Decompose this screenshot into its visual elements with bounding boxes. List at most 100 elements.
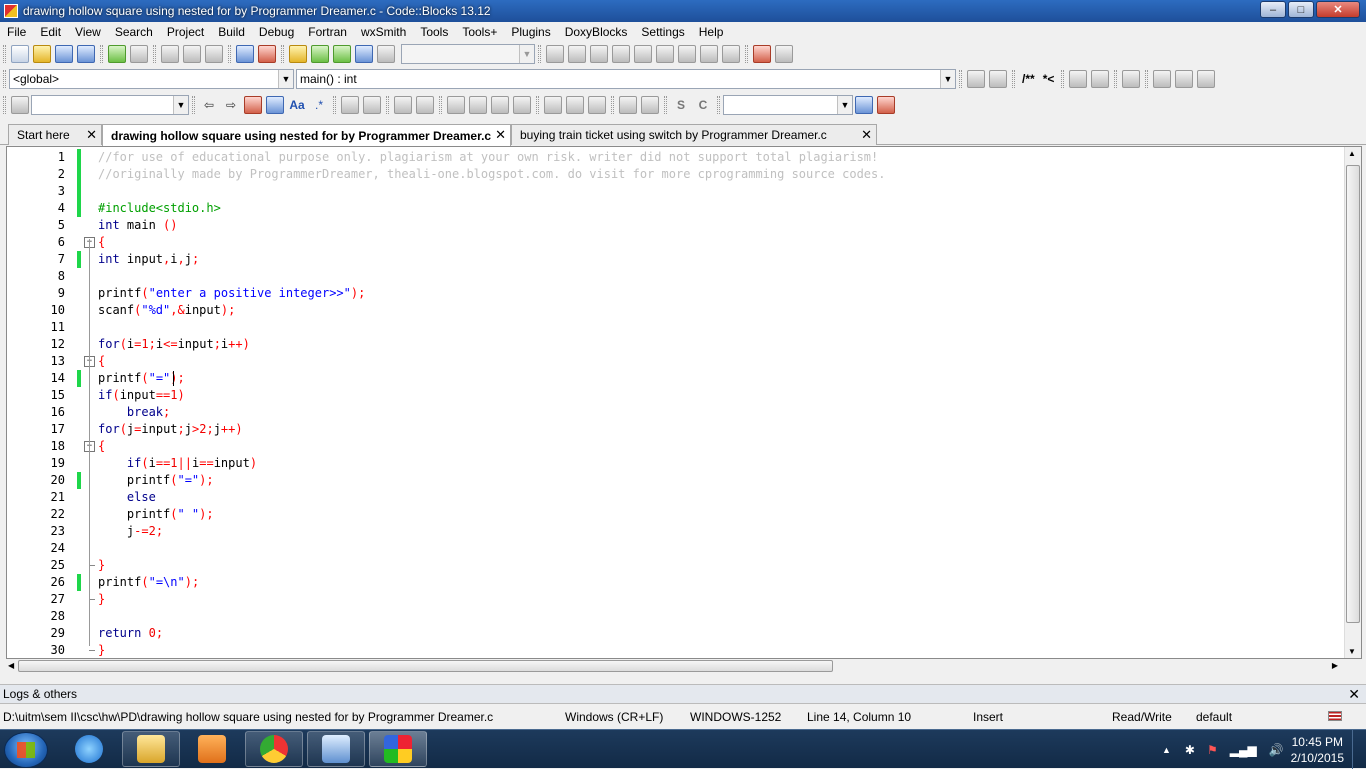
code-line[interactable]: 7 int input,i,j; xyxy=(7,251,1347,268)
wx-layout-4-icon[interactable] xyxy=(513,95,531,114)
doxy-preferences-wrench-icon[interactable] xyxy=(1122,70,1141,88)
code-line[interactable]: 5 int main () xyxy=(7,217,1347,234)
wx-widget-1-icon[interactable] xyxy=(544,95,562,114)
jump-forward-icon[interactable] xyxy=(1197,70,1216,88)
code-line[interactable]: 1 //for use of educational purpose only. … xyxy=(7,149,1347,166)
scroll-up-icon[interactable]: ▲ xyxy=(1348,149,1356,158)
menu-doxyblocks[interactable]: DoxyBlocks xyxy=(558,25,635,39)
wx-frame-icon[interactable] xyxy=(363,95,381,114)
code-line[interactable]: 17 for(j=input;j>2;j++) xyxy=(7,421,1347,438)
zoom-out-icon[interactable] xyxy=(641,95,659,114)
step-into-icon[interactable] xyxy=(634,45,652,63)
match-case-button[interactable]: Aa xyxy=(288,96,306,114)
debug-run-icon[interactable] xyxy=(546,45,564,63)
code-line[interactable]: 14 printf("="); xyxy=(7,370,1347,387)
run-icon[interactable] xyxy=(311,45,329,63)
pause-icon[interactable] xyxy=(700,45,718,63)
code-line[interactable]: 15 if(input==1) xyxy=(7,387,1347,404)
code-line[interactable]: 6−{ xyxy=(7,234,1347,251)
code-line[interactable]: 4 #include<stdio.h> xyxy=(7,200,1347,217)
code-line[interactable]: 13−{ xyxy=(7,353,1347,370)
debug-info-icon[interactable] xyxy=(775,45,793,63)
logs-panel-header[interactable]: Logs & others ✕ xyxy=(0,684,1366,704)
scope-select[interactable]: <global> ▼ xyxy=(9,69,294,89)
volume-icon[interactable]: 🔊 xyxy=(1269,743,1284,757)
menu-edit[interactable]: Edit xyxy=(33,25,68,39)
code-line[interactable]: 10 scanf("%d",&input); xyxy=(7,302,1347,319)
code-line[interactable]: 8 xyxy=(7,268,1347,285)
selected-text-icon[interactable] xyxy=(266,95,284,114)
regex-button[interactable]: .* xyxy=(310,96,328,114)
doxy-line-comment-button[interactable]: *< xyxy=(1043,72,1055,86)
search-settings-icon[interactable] xyxy=(877,95,895,114)
search-input[interactable]: ▼ xyxy=(31,94,189,115)
show-desktop-button[interactable] xyxy=(1352,730,1366,769)
menu-plugins[interactable]: Plugins xyxy=(504,25,557,39)
stop-debug-icon[interactable] xyxy=(722,45,740,63)
wx-layout-2-icon[interactable] xyxy=(469,95,487,114)
code-line[interactable]: 27} xyxy=(7,591,1347,608)
code-line[interactable]: 29 return 0; xyxy=(7,625,1347,642)
tab-drawing-hollow-square[interactable]: drawing hollow square using nested for b… xyxy=(102,124,511,146)
action-center-icon[interactable]: ⚑ xyxy=(1207,743,1218,757)
menu-search[interactable]: Search xyxy=(108,25,160,39)
taskbar-chrome[interactable] xyxy=(245,731,303,767)
c-button[interactable]: C xyxy=(694,96,712,114)
build-target-select[interactable]: ▼ xyxy=(401,44,535,64)
tray-expand-icon[interactable]: ▲ xyxy=(1162,745,1171,755)
menu-view[interactable]: View xyxy=(68,25,108,39)
code-line[interactable]: 23 j-=2; xyxy=(7,523,1347,540)
code-line[interactable]: 22 printf(" "); xyxy=(7,506,1347,523)
close-icon[interactable]: ✕ xyxy=(86,127,97,143)
paste-icon[interactable] xyxy=(205,45,223,63)
run-to-cursor-icon[interactable] xyxy=(568,45,586,63)
undo-icon[interactable] xyxy=(108,45,126,63)
taskbar-clock[interactable]: 10:45 PM 2/10/2015 xyxy=(1291,734,1344,766)
debug-windows-icon[interactable] xyxy=(753,45,771,63)
select-pointer-icon[interactable] xyxy=(341,95,359,114)
highlight-icon[interactable] xyxy=(244,95,262,114)
zoom-in-icon[interactable] xyxy=(619,95,637,114)
wx-layout-3-icon[interactable] xyxy=(491,95,509,114)
find-next-arrow-icon[interactable]: ⇨ xyxy=(222,96,240,114)
build-gear-icon[interactable] xyxy=(289,45,307,63)
taskbar-codeblocks[interactable] xyxy=(369,731,427,767)
code-line[interactable]: 18−{ xyxy=(7,438,1347,455)
horizontal-scroll-thumb[interactable] xyxy=(18,660,833,672)
maximize-button[interactable]: □ xyxy=(1288,1,1314,18)
build-and-run-icon[interactable] xyxy=(333,45,351,63)
taskbar-remote-desktop[interactable] xyxy=(307,731,365,767)
step-instruction-icon[interactable] xyxy=(678,45,696,63)
menu-settings[interactable]: Settings xyxy=(634,25,691,39)
wx-widget-2-icon[interactable] xyxy=(566,95,584,114)
menu-debug[interactable]: Debug xyxy=(252,25,301,39)
code-line[interactable]: 24 xyxy=(7,540,1347,557)
menu-build[interactable]: Build xyxy=(211,25,252,39)
wx-widget-3-icon[interactable] xyxy=(588,95,606,114)
doxy-wizard-icon[interactable] xyxy=(967,70,985,88)
next-line-icon[interactable] xyxy=(590,45,608,63)
code-line[interactable]: 21 else xyxy=(7,489,1347,506)
doxy-extract-icon[interactable] xyxy=(989,70,1007,88)
cut-icon[interactable] xyxy=(161,45,179,63)
code-line[interactable]: 25} xyxy=(7,557,1347,574)
find-icon[interactable] xyxy=(236,45,254,63)
menu-tools[interactable]: Tools xyxy=(413,25,455,39)
save-all-icon[interactable] xyxy=(77,45,95,63)
rebuild-icon[interactable] xyxy=(355,45,373,63)
copy-icon[interactable] xyxy=(183,45,201,63)
menu-wxsmith[interactable]: wxSmith xyxy=(354,25,413,39)
taskbar-file-explorer[interactable] xyxy=(122,731,180,767)
tab-buying-train-ticket[interactable]: buying train ticket using switch by Prog… xyxy=(511,124,877,145)
minimize-button[interactable]: – xyxy=(1260,1,1286,18)
tab-start-here[interactable]: Start here ✕ xyxy=(8,124,102,145)
wx-dialog-icon[interactable] xyxy=(416,95,434,114)
search-go-icon[interactable] xyxy=(855,95,873,114)
menu-project[interactable]: Project xyxy=(160,25,211,39)
close-button[interactable]: ✕ xyxy=(1316,1,1360,18)
code-line[interactable]: 28 xyxy=(7,608,1347,625)
clear-search-icon[interactable] xyxy=(11,95,29,114)
code-line[interactable]: 30} xyxy=(7,642,1347,658)
close-icon[interactable]: ✕ xyxy=(495,127,506,143)
taskbar-media-player[interactable] xyxy=(183,731,241,767)
